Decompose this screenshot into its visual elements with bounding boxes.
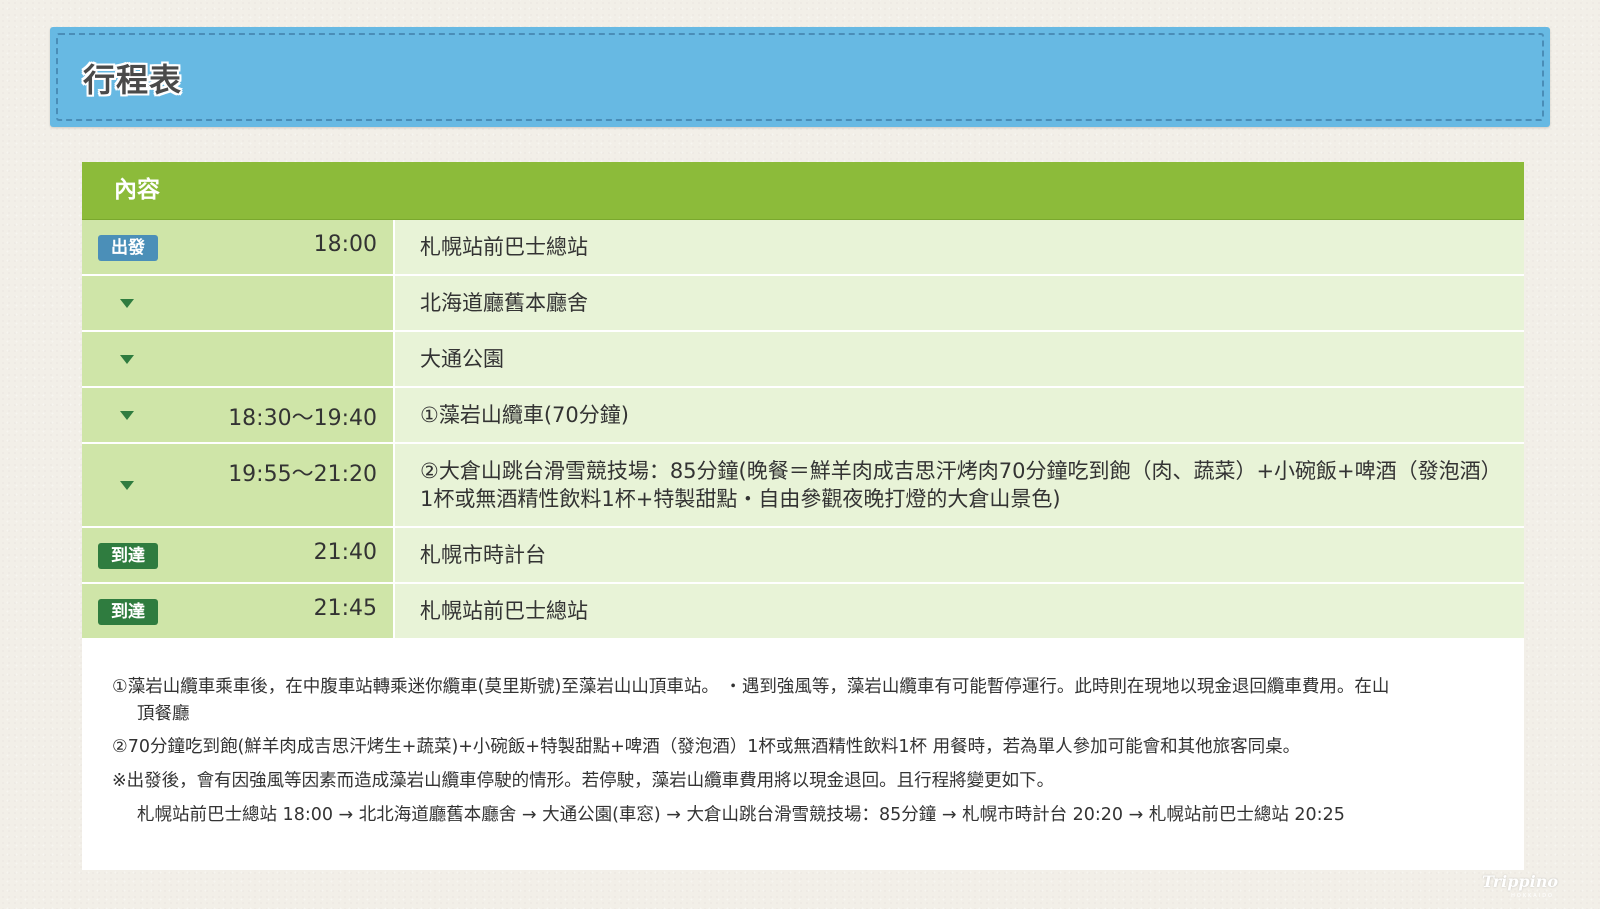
notes-section: ①藻岩山纜車乘車後，在中腹車站轉乘迷你纜車(莫里斯號)至藻岩山山頂車站。 ・遇到… [82,640,1524,832]
table-row: 大通公園 [82,332,1524,388]
note-1-continuation: 頂餐廳 [137,704,190,724]
time-label: 18:00 [313,232,377,257]
note-4-wrapper: 札幌站前巴士總站 18:00 → 北北海道廳舊本廳舍 → 大通公園(車窓) → … [112,798,1494,832]
stop-name: 札幌站前巴士總站 [395,220,1524,274]
note-3: ※出發後，會有因強風等因素而造成藻岩山纜車停駛的情形。若停駛，藻岩山纜車費用將以… [112,771,1055,791]
table-header: 內容 [82,162,1524,220]
arrow-down-icon [120,481,134,490]
table-row: 出發 18:00 札幌站前巴士總站 [82,220,1524,276]
table-row: 18:30～19:40 ①藻岩山纜車(70分鐘) [82,388,1524,444]
time-cell [82,276,395,330]
stop-name: 札幌站前巴士總站 [395,584,1524,638]
brand-watermark: Trippino [1481,872,1558,891]
time-cell: 19:55～21:20 [82,444,395,526]
stop-name: 大通公園 [395,332,1524,386]
time-cell: 到達 21:45 [82,584,395,638]
time-label: 21:45 [313,596,377,621]
time-cell [82,332,395,386]
arrive-badge: 到達 [98,543,158,569]
note-1: ①藻岩山纜車乘車後，在中腹車站轉乘迷你纜車(莫里斯號)至藻岩山山頂車站。 ・遇到… [112,677,1390,697]
time-cell: 出發 18:00 [82,220,395,274]
stop-name: ②大倉山跳台滑雪競技場：85分鐘(晚餐＝鮮羊肉成吉思汗烤肉70分鐘吃到飽（肉、蔬… [395,444,1524,526]
brand-watermark-sub: HOKKAIDO [1511,893,1554,899]
table-row: 19:55～21:20 ②大倉山跳台滑雪競技場：85分鐘(晚餐＝鮮羊肉成吉思汗烤… [82,444,1524,528]
table-row: 到達 21:45 札幌站前巴士總站 [82,584,1524,640]
time-label: 19:55～21:20 [228,462,377,487]
table-row: 到達 21:40 札幌市時計台 [82,528,1524,584]
page-title: 行程表 [83,61,183,99]
time-label: 18:30～19:40 [228,406,377,431]
time-cell: 到達 21:40 [82,528,395,582]
stop-name: 北海道廳舊本廳舍 [395,276,1524,330]
arrive-badge: 到達 [98,599,158,625]
arrow-down-icon [120,411,134,420]
itinerary-banner: 行程表 [50,27,1550,127]
time-label: 21:40 [313,540,377,565]
depart-badge: 出發 [98,235,158,261]
stop-name: ①藻岩山纜車(70分鐘) [395,388,1524,442]
stop-name: 札幌市時計台 [395,528,1524,582]
note-4: 札幌站前巴士總站 18:00 → 北北海道廳舊本廳舍 → 大通公園(車窓) → … [137,805,1345,825]
note-2: ②70分鐘吃到飽(鮮羊肉成吉思汗烤生+蔬菜)+小碗飯+特製甜點+啤酒（發泡酒）1… [112,737,1301,757]
itinerary-card: 內容 出發 18:00 札幌站前巴士總站 北海道廳舊本廳舍 大通公園 18:30… [82,162,1524,870]
arrow-down-icon [120,299,134,308]
arrow-down-icon [120,355,134,364]
time-cell: 18:30～19:40 [82,388,395,442]
table-row: 北海道廳舊本廳舍 [82,276,1524,332]
